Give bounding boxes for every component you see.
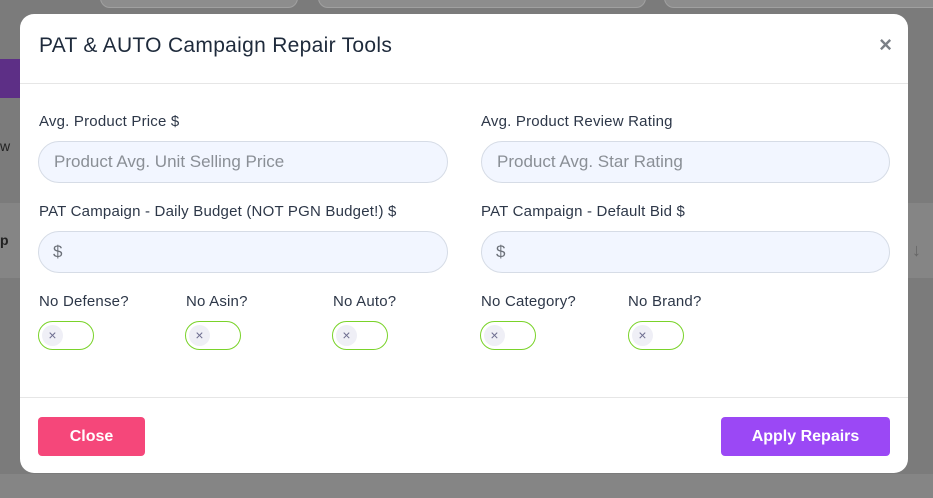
modal-title: PAT & AUTO Campaign Repair Tools [39, 34, 393, 57]
toggle-off-icon: × [42, 325, 63, 346]
daily-budget-input[interactable] [38, 231, 448, 273]
background-purple-button [0, 59, 22, 98]
default-bid-label: PAT Campaign - Default Bid $ [481, 203, 686, 220]
avg-rating-input[interactable] [481, 141, 890, 183]
no-asin-toggle[interactable]: × [185, 321, 241, 350]
avg-price-label: Avg. Product Price $ [39, 113, 180, 130]
toggle-off-icon: × [189, 325, 210, 346]
daily-budget-label: PAT Campaign - Daily Budget (NOT PGN Bud… [39, 203, 397, 220]
toggle-off-icon: × [484, 325, 505, 346]
background-tab [664, 0, 933, 8]
no-category-label: No Category? [481, 293, 576, 310]
daily-budget-currency-prefix: $ [53, 242, 63, 261]
no-brand-toggle[interactable]: × [628, 321, 684, 350]
background-arrow-icon: ↓ [912, 240, 921, 260]
background-footer [0, 474, 933, 498]
close-icon[interactable]: × [879, 34, 892, 56]
no-brand-label: No Brand? [628, 293, 702, 310]
no-defense-label: No Defense? [39, 293, 129, 310]
apply-repairs-button[interactable]: Apply Repairs [721, 417, 890, 456]
modal-header: PAT & AUTO Campaign Repair Tools × [20, 14, 908, 84]
repair-tools-modal: PAT & AUTO Campaign Repair Tools × Avg. … [20, 14, 908, 473]
background-text: p [0, 232, 9, 248]
no-auto-label: No Auto? [333, 293, 397, 310]
no-asin-label: No Asin? [186, 293, 248, 310]
no-category-toggle[interactable]: × [480, 321, 536, 350]
close-button[interactable]: Close [38, 417, 145, 456]
default-bid-currency-prefix: $ [496, 242, 506, 261]
toggle-off-icon: × [632, 325, 653, 346]
toggle-off-icon: × [336, 325, 357, 346]
avg-price-input[interactable] [38, 141, 448, 183]
default-bid-input[interactable] [481, 231, 890, 273]
avg-rating-label: Avg. Product Review Rating [481, 113, 673, 130]
no-auto-toggle[interactable]: × [332, 321, 388, 350]
no-defense-toggle[interactable]: × [38, 321, 94, 350]
background-text: w [0, 138, 11, 154]
background-tab [318, 0, 646, 8]
modal-footer: Close Apply Repairs [20, 397, 908, 474]
background-tab [100, 0, 298, 8]
